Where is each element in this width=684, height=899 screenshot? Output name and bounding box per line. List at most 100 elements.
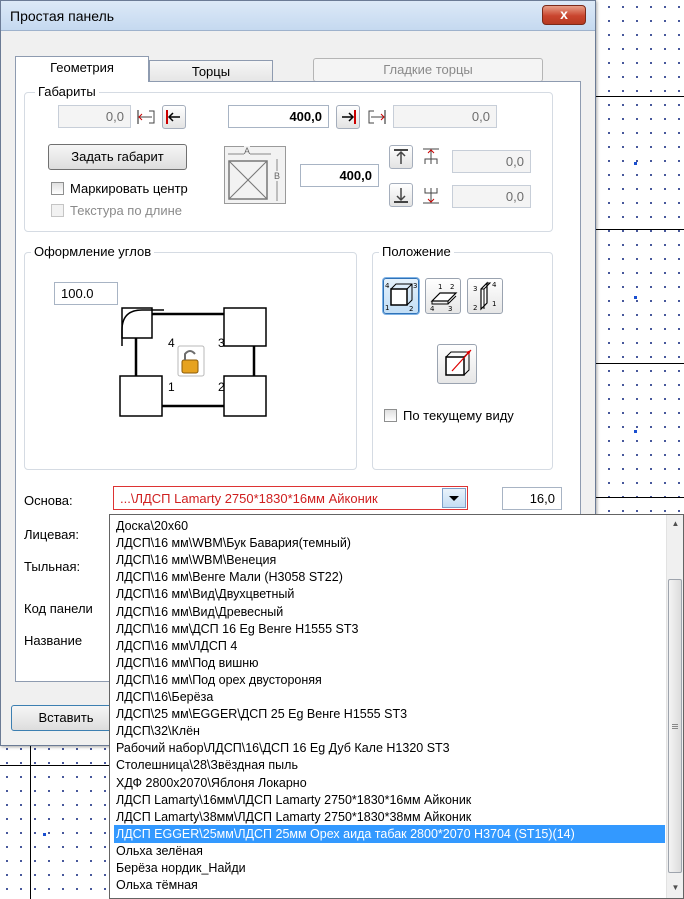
dropdown-item[interactable]: Доска\20х60: [114, 517, 188, 535]
canvas-point: [43, 833, 46, 836]
canvas-point: [634, 430, 637, 433]
right-edge-icon: [368, 110, 386, 124]
align-bottom-button[interactable]: [389, 183, 413, 207]
canvas-line: [596, 497, 684, 498]
insert-button[interactable]: Вставить: [11, 705, 121, 731]
align-left-icon: [166, 110, 180, 124]
thickness-field[interactable]: 16,0: [502, 487, 562, 510]
cube-side-icon: 3 4 2 1: [473, 281, 497, 312]
scroll-down-icon[interactable]: ▼: [670, 883, 681, 894]
dropdown-item[interactable]: ЛДСП\16 мм\ДСП 16 Eg Венге H1555 ST3: [114, 620, 358, 638]
dropdown-item[interactable]: ЛДСП EGGER\25мм\ЛДСП 25мм Орех аида таба…: [114, 824, 665, 843]
dropdown-item[interactable]: ЛДСП\16 мм\WBM\Бук Бавария(темный): [114, 534, 351, 552]
title-bar: Простая панель x: [1, 1, 595, 31]
cube-front-icon: 4 3 1 2: [385, 282, 417, 313]
size-sketch: A B: [224, 146, 286, 204]
corner-number-2: 2: [218, 380, 225, 394]
dropdown-item[interactable]: ЛДСП\16 мм\ЛДСП 4: [114, 637, 237, 655]
svg-text:3: 3: [448, 305, 452, 313]
left-edge-icon: [137, 110, 155, 124]
by-current-view-checkbox[interactable]: [384, 409, 397, 422]
sketch-label-b: B: [274, 171, 281, 181]
width-field[interactable]: 400,0: [228, 105, 329, 128]
left-offset-field[interactable]: 0,0: [58, 105, 131, 128]
position-view-button[interactable]: [437, 344, 477, 384]
dropdown-item[interactable]: ЛДСП\16 мм\Вид\Древесный: [114, 603, 283, 621]
group-label: Оформление углов: [31, 244, 155, 259]
svg-text:3: 3: [413, 282, 417, 290]
mark-center-label: Маркировать центр: [70, 181, 188, 196]
material-dropdown-list: Доска\20х60 ЛДСП\16 мм\WBM\Бук Бавария(те…: [109, 514, 684, 899]
scroll-up-icon[interactable]: ▲: [670, 519, 681, 530]
group-label: Габариты: [35, 84, 99, 99]
dropdown-item[interactable]: ЛДСП Lamarty\16мм\ЛДСП Lamarty 2750*1830…: [114, 791, 471, 809]
dropdown-item[interactable]: ЛДСП\16 мм\Под вишню: [114, 654, 259, 672]
chevron-down-icon: [449, 496, 459, 501]
dropdown-item[interactable]: Ольха зелёная: [114, 842, 203, 860]
align-right-icon: [342, 110, 356, 124]
dropdown-item[interactable]: ХДФ 2800х2070\Яблоня Локарно: [114, 774, 307, 792]
canvas-line: [596, 363, 684, 364]
align-bottom-icon: [394, 188, 408, 203]
set-size-button[interactable]: Задать габарит: [48, 144, 187, 170]
window-title: Простая панель: [10, 8, 115, 24]
svg-text:2: 2: [409, 305, 413, 313]
combo-dropdown-button[interactable]: [442, 488, 466, 508]
svg-text:2: 2: [473, 304, 477, 312]
align-right-button[interactable]: [336, 105, 360, 129]
dropdown-item[interactable]: ЛДСП\16\Берёза: [114, 688, 213, 706]
group-label: Положение: [379, 244, 454, 259]
svg-text:2: 2: [450, 283, 454, 291]
dropdown-item[interactable]: Берёза нордик_Найди: [114, 859, 246, 877]
corner-number-3: 3: [218, 336, 225, 350]
by-current-view-label: По текущему виду: [403, 408, 514, 423]
align-left-button[interactable]: [162, 105, 186, 129]
top-edge-icon: [423, 148, 439, 164]
corner-number-4: 4: [168, 336, 175, 350]
dropdown-item[interactable]: ЛДСП\16 мм\WBM\Венеция: [114, 551, 276, 569]
corner-number-1: 1: [168, 380, 175, 394]
bottom-offset-field[interactable]: 0,0: [452, 185, 531, 208]
panel-code-label: Код панели: [24, 601, 93, 616]
position-front-button[interactable]: 4 3 1 2: [383, 278, 419, 314]
dropdown-scrollbar[interactable]: ▲ ▼: [666, 515, 683, 898]
cube-top-icon: 1 2 4 3: [430, 283, 458, 313]
position-side-button[interactable]: 3 4 2 1: [467, 278, 503, 314]
dropdown-item[interactable]: ЛДСП Lamarty\38мм\ЛДСП Lamarty 2750*1830…: [114, 808, 471, 826]
position-top-button[interactable]: 1 2 4 3: [425, 278, 461, 314]
dropdown-item[interactable]: Ольха тёмная: [114, 876, 198, 894]
dropdown-item[interactable]: ЛДСП\16 мм\Под орех двустороняя: [114, 671, 322, 689]
svg-text:4: 4: [430, 305, 435, 313]
face-label: Лицевая:: [24, 527, 79, 542]
top-offset-field[interactable]: 0,0: [452, 150, 531, 173]
base-material-value: ...\ЛДСП Lamarty 2750*1830*16мм Айконик: [120, 491, 378, 506]
dropdown-item[interactable]: Столешница\28\Звёздная пыль: [114, 756, 298, 774]
close-button[interactable]: x: [542, 5, 586, 25]
svg-text:1: 1: [492, 300, 496, 308]
corner-lock-button[interactable]: [178, 346, 204, 376]
right-offset-field[interactable]: 0,0: [393, 105, 497, 128]
align-top-button[interactable]: [389, 145, 413, 169]
texture-along-label: Текстура по длине: [70, 203, 183, 218]
base-material-combo[interactable]: ...\ЛДСП Lamarty 2750*1830*16мм Айконик: [113, 486, 468, 510]
height-field[interactable]: 400,0: [300, 164, 379, 187]
svg-text:3: 3: [473, 285, 477, 293]
tab-geometry[interactable]: Геометрия: [15, 56, 149, 82]
dropdown-item[interactable]: Рабочий набор\ЛДСП\16\ДСП 16 Eg Дуб Кале…: [114, 739, 450, 757]
dropdown-item[interactable]: ЛДСП\25 мм\EGGER\ДСП 25 Eg Венге H1555 S…: [114, 705, 407, 723]
corner-radius-field[interactable]: 100.0: [54, 282, 118, 305]
tab-smooth-ends: Гладкие торцы: [313, 58, 543, 82]
scroll-thumb[interactable]: [668, 579, 682, 873]
canvas-point: [634, 296, 637, 299]
dropdown-item[interactable]: ЛДСП\16 мм\Вид\Двухцветный: [114, 585, 294, 603]
svg-text:1: 1: [438, 283, 442, 291]
mark-center-checkbox[interactable]: [51, 182, 64, 195]
sketch-label-a: A: [244, 146, 251, 156]
dropdown-item[interactable]: ЛДСП\32\Клён: [114, 722, 200, 740]
svg-text:4: 4: [492, 281, 497, 289]
canvas-line: [596, 229, 684, 230]
base-label: Основа:: [24, 493, 73, 508]
dropdown-item[interactable]: ЛДСП\16 мм\Венге Мали (Н3058 ST22): [114, 568, 343, 586]
bottom-edge-icon: [423, 188, 439, 204]
texture-along-checkbox: [51, 204, 64, 217]
